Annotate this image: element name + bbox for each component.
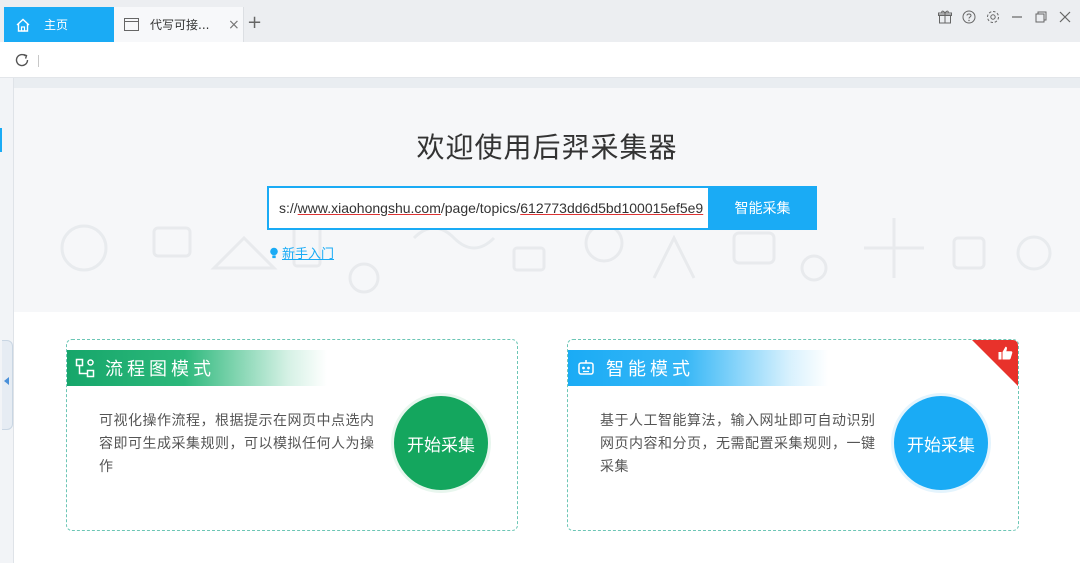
tab-bar: 主页 代写可接... × + <box>0 0 1080 42</box>
page-title: 欢迎使用后羿采集器 <box>416 131 678 164</box>
url-input-value[interactable]: s://www.xiaohongshu.com/page/topics/6127… <box>279 186 709 230</box>
thumbs-up-icon <box>998 346 1013 360</box>
flowchart-mode-card: 流程图模式 可视化操作流程，根据提示在网页中点选内容即可生成采集规则，可以模拟任… <box>66 339 518 531</box>
tab-home-label: 主页 <box>44 18 69 32</box>
refresh-icon[interactable] <box>14 52 30 68</box>
toolbar-divider <box>38 55 39 67</box>
tab-document[interactable]: 代写可接... × <box>114 7 244 42</box>
tab-document-label: 代写可接... <box>150 18 210 32</box>
sidebar-active-indicator <box>0 128 2 152</box>
flowchart-mode-title: 流程图模式 <box>105 359 215 380</box>
smart-start-button[interactable]: 开始采集 <box>894 396 988 490</box>
gift-icon[interactable] <box>936 8 954 26</box>
url-domain: www.xiaohongshu.com <box>297 200 441 216</box>
url-prefix: s:// <box>279 200 298 216</box>
flowchart-start-button[interactable]: 开始采集 <box>394 396 488 490</box>
chevron-left-icon[interactable] <box>4 377 9 385</box>
smart-mode-description: 基于人工智能算法，输入网址即可自动识别网页内容和分页，无需配置采集规则，一键采集 <box>600 413 876 475</box>
flowchart-mode-description: 可视化操作流程，根据提示在网页中点选内容即可生成采集规则，可以模拟任何人为操作 <box>99 413 375 475</box>
url-id: 612773dd6d5bd100015ef5e9 <box>520 200 704 216</box>
flowchart-mode-header: 流程图模式 <box>67 350 327 386</box>
beginner-guide-link[interactable]: 新手入门 <box>269 243 334 262</box>
close-icon[interactable] <box>1056 8 1074 26</box>
browser-toolbar <box>0 42 1080 78</box>
minimize-icon[interactable] <box>1008 8 1026 26</box>
hero-section: 欢迎使用后羿采集器 s://www.xiaohongshu.com/page/t… <box>14 88 1080 312</box>
sidebar-collapsed <box>0 78 14 563</box>
settings-icon[interactable] <box>984 8 1002 26</box>
restore-icon[interactable] <box>1032 8 1050 26</box>
url-path: /page/topics/ <box>440 200 521 216</box>
smart-mode-card: 智能模式 基于人工智能算法，输入网址即可自动识别网页内容和分页，无需配置采集规则… <box>567 339 1019 531</box>
window-controls <box>936 8 1074 26</box>
home-icon <box>16 18 30 32</box>
flowchart-icon <box>75 358 95 378</box>
robot-icon <box>578 360 594 375</box>
tab-close-icon[interactable]: × <box>228 18 240 32</box>
new-tab-button[interactable]: + <box>247 14 262 32</box>
page-icon <box>124 18 139 31</box>
help-icon[interactable] <box>960 8 978 26</box>
beginner-guide-label: 新手入门 <box>282 247 335 262</box>
tab-home[interactable]: 主页 <box>4 7 114 42</box>
smart-collect-button[interactable]: 智能采集 <box>708 186 817 230</box>
sidebar-expand-handle[interactable] <box>2 340 13 430</box>
smart-mode-title: 智能模式 <box>606 359 694 380</box>
lightbulb-icon <box>270 247 278 258</box>
main-panel: 欢迎使用后羿采集器 s://www.xiaohongshu.com/page/t… <box>14 88 1080 563</box>
smart-mode-header: 智能模式 <box>568 350 828 386</box>
